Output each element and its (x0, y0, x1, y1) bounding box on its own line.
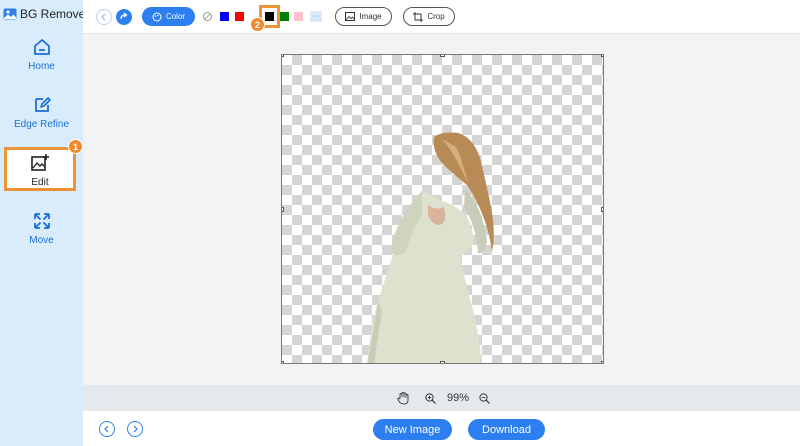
resize-handle-se[interactable] (601, 361, 603, 363)
chevron-right-icon (133, 425, 138, 433)
image-icon (345, 12, 356, 21)
resize-handle-ne[interactable] (601, 55, 603, 57)
chevron-left-icon (104, 425, 109, 433)
zoom-level: 99% (447, 392, 470, 404)
sidebar-item-move[interactable]: Move (0, 211, 83, 246)
bg-remover-logo-icon (3, 8, 17, 20)
swatch-green[interactable] (280, 12, 289, 21)
palette-icon (152, 12, 162, 21)
sidebar-item-home[interactable]: Home (0, 37, 83, 72)
sidebar-item-label: Edge Refine (13, 119, 70, 130)
redo-button[interactable] (116, 9, 132, 25)
edit-image-icon (31, 154, 49, 171)
edge-refine-icon (34, 97, 51, 112)
swatch-transparent[interactable] (203, 12, 212, 21)
image-preview[interactable] (281, 54, 604, 364)
canvas-area (83, 34, 800, 385)
zoom-bar: 99% (83, 385, 800, 411)
resize-handle-e[interactable] (601, 207, 603, 212)
sidebar-item-edit[interactable]: Edit (4, 147, 76, 191)
previous-button[interactable] (99, 421, 115, 437)
sidebar: BG Remover Home Edge Refine Edit 1 Move (0, 0, 89, 446)
undo-icon (101, 13, 106, 21)
app-title: BG Remover (20, 7, 90, 21)
next-button[interactable] (127, 421, 143, 437)
crop-button[interactable]: Crop (403, 7, 455, 26)
toolbar: Color ··· 2 Image Crop (83, 0, 800, 34)
brand: BG Remover (3, 7, 89, 21)
crop-button-label: Crop (427, 12, 445, 21)
swatch-blue[interactable] (220, 12, 229, 21)
image-button-label: Image (359, 12, 382, 21)
sidebar-item-edge-refine[interactable]: Edge Refine (0, 95, 83, 130)
undo-button[interactable] (96, 9, 112, 25)
step-badge-2: 2 (250, 17, 265, 32)
home-icon (33, 39, 50, 55)
redo-icon (120, 12, 128, 20)
color-button-label: Color (165, 12, 186, 21)
resize-handle-n[interactable] (440, 55, 445, 57)
resize-handle-w[interactable] (282, 207, 284, 212)
new-image-button[interactable]: New Image (373, 419, 452, 440)
bottom-bar: New Image Download (83, 411, 800, 446)
zoom-out-icon[interactable] (479, 393, 490, 404)
zoom-in-icon[interactable] (425, 393, 436, 404)
hand-pan-icon[interactable] (397, 392, 409, 405)
image-button[interactable]: Image (335, 7, 392, 26)
sidebar-item-label: Move (29, 235, 54, 246)
swatch-red[interactable] (235, 12, 244, 21)
swatch-black[interactable] (265, 12, 274, 21)
resize-handle-nw[interactable] (282, 55, 284, 57)
resize-handle-sw[interactable] (282, 361, 284, 363)
sidebar-item-label: Home (28, 61, 55, 72)
subject-cutout-image (367, 132, 494, 363)
resize-handle-s[interactable] (440, 361, 445, 363)
crop-icon (413, 11, 424, 22)
more-colors-button[interactable]: ··· (310, 11, 322, 22)
step-badge-1: 1 (68, 139, 83, 154)
sidebar-item-label: Edit (31, 177, 49, 188)
move-icon (33, 213, 50, 229)
color-button[interactable]: Color (142, 7, 195, 26)
swatch-pink[interactable] (294, 12, 303, 21)
download-button[interactable]: Download (468, 419, 545, 440)
